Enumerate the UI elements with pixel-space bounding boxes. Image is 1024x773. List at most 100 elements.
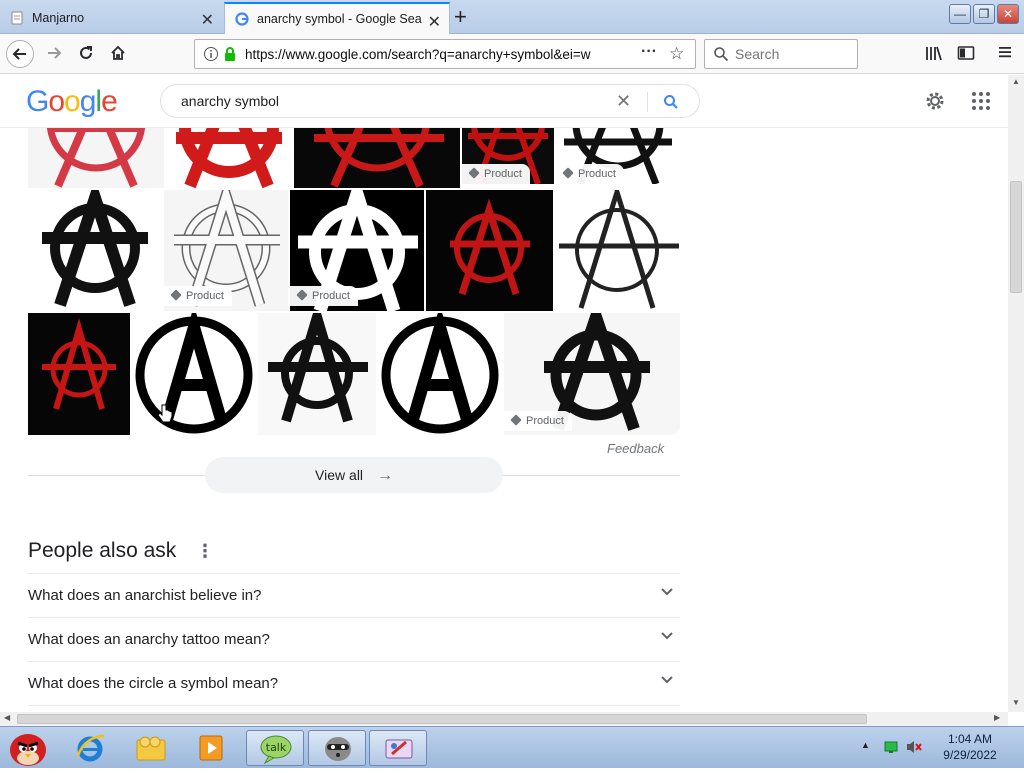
clock-time: 1:04 AM [947, 732, 993, 746]
view-all-label: View all [315, 467, 364, 483]
url-bar[interactable]: https://www.google.com/search?q=anarchy+… [194, 39, 696, 69]
product-badge: Product [462, 164, 530, 184]
product-badge: Product [504, 411, 572, 431]
horizontal-scrollbar[interactable]: ◀ ▶ [0, 712, 1008, 726]
image-result[interactable]: Product [556, 128, 680, 184]
scroll-up-icon[interactable]: ▲ [1012, 77, 1020, 86]
image-result[interactable]: Product [462, 128, 554, 184]
product-label: Product [526, 415, 564, 427]
google-header: Google anarchy symbol ✕ [0, 75, 1008, 128]
logo-letter: o [48, 85, 65, 118]
search-query[interactable]: anarchy symbol [181, 93, 279, 109]
home-button[interactable] [104, 40, 132, 68]
lock-icon[interactable] [223, 46, 237, 67]
image-result[interactable] [132, 313, 256, 435]
tag-icon [468, 167, 480, 179]
close-window-button[interactable]: ✕ [997, 4, 1019, 24]
arrow-right-icon: → [376, 467, 393, 484]
settings-gear-icon[interactable] [924, 90, 946, 117]
tab-strip: Manjarno ✕ anarchy symbol - Google Searc… [0, 0, 1024, 34]
product-label: Product [312, 290, 350, 302]
image-result[interactable] [258, 313, 376, 435]
bookmark-star-icon[interactable]: ☆ [669, 44, 684, 64]
image-result[interactable]: Product [164, 190, 288, 311]
hand-cursor-icon [157, 404, 173, 429]
restore-button[interactable]: ❐ [973, 4, 995, 24]
view-all-button[interactable]: View all → [205, 457, 503, 493]
taskbar-app-talk[interactable]: talk [246, 730, 304, 766]
clock-date: 9/29/2022 [943, 748, 997, 762]
apps-grid-icon[interactable] [971, 91, 991, 116]
back-button[interactable] [6, 40, 34, 68]
document-icon [10, 11, 24, 25]
image-result[interactable]: Product [290, 190, 424, 311]
image-result[interactable]: Product [504, 313, 680, 435]
vertical-scrollbar[interactable]: ▲ ▼ [1008, 75, 1024, 712]
library-icon[interactable] [925, 45, 943, 66]
paa-question[interactable]: What does the circle a symbol mean? [28, 661, 680, 705]
question-text: What does an anarchist believe in? [28, 587, 262, 604]
image-result[interactable] [28, 313, 130, 435]
system-clock[interactable]: 1:04 AM 9/29/2022 [934, 731, 1006, 763]
web-search-box[interactable] [704, 39, 858, 69]
feedback-link[interactable]: Feedback [607, 441, 664, 456]
vertical-scroll-thumb[interactable] [1010, 181, 1022, 293]
scroll-down-icon[interactable]: ▼ [1012, 698, 1020, 707]
chevron-down-icon [660, 585, 674, 602]
image-result[interactable] [426, 190, 553, 311]
google-logo[interactable]: Google [26, 85, 118, 119]
page-actions-icon[interactable]: ··· [641, 43, 657, 61]
web-search-input[interactable] [735, 46, 853, 62]
image-result[interactable] [294, 128, 460, 188]
media-player-icon[interactable] [196, 733, 226, 768]
product-label: Product [484, 168, 522, 180]
taskbar-app-paint[interactable] [369, 730, 427, 766]
sidebar-icon[interactable] [957, 45, 975, 66]
internet-explorer-icon[interactable] [74, 732, 106, 769]
search-icon[interactable] [663, 94, 679, 115]
tab-label: anarchy symbol - Google Search [257, 12, 422, 26]
logo-letter: o [64, 85, 81, 118]
chat-talk-icon: talk [259, 734, 293, 769]
close-tab-icon[interactable]: ✕ [428, 12, 441, 32]
image-result[interactable] [28, 128, 164, 188]
tab-label: Manjarno [32, 11, 85, 25]
folder-icon[interactable] [134, 732, 168, 769]
forward-button[interactable] [40, 40, 68, 68]
clear-search-icon[interactable]: ✕ [616, 91, 631, 112]
tab-google-search[interactable]: anarchy symbol - Google Search ✕ [224, 2, 450, 34]
image-result[interactable] [555, 190, 680, 311]
more-options-icon[interactable]: ⋮ [196, 541, 214, 562]
paa-question[interactable] [28, 705, 680, 712]
menu-icon[interactable] [997, 44, 1013, 65]
taskbar: talk ▲ 1:04 AM 9/29/2022 [0, 726, 1024, 768]
tab-manjarno[interactable]: Manjarno ✕ [0, 2, 222, 34]
reload-button[interactable] [72, 40, 100, 68]
horizontal-scroll-thumb[interactable] [17, 714, 867, 724]
paa-question[interactable]: What does an anarchy tattoo mean? [28, 617, 680, 661]
question-text: What does an anarchy tattoo mean? [28, 631, 270, 648]
minimize-button[interactable]: — [949, 4, 971, 24]
image-result[interactable] [28, 190, 162, 311]
start-button-icon[interactable] [4, 728, 50, 773]
google-search-box[interactable]: anarchy symbol ✕ [160, 84, 700, 118]
product-label: Product [578, 168, 616, 180]
tag-icon [170, 289, 182, 301]
tray-expand-icon[interactable]: ▲ [861, 740, 870, 750]
paa-question[interactable]: What does an anarchist believe in? [28, 573, 680, 617]
new-tab-icon[interactable]: + [454, 4, 467, 30]
volume-muted-icon[interactable] [905, 739, 923, 760]
search-icon [713, 46, 729, 67]
image-result[interactable] [378, 313, 502, 435]
close-tab-icon[interactable]: ✕ [201, 10, 214, 30]
info-icon[interactable] [203, 46, 219, 67]
product-label: Product [186, 290, 224, 302]
scroll-left-icon[interactable]: ◀ [4, 713, 10, 722]
network-icon[interactable] [884, 740, 898, 759]
scroll-right-icon[interactable]: ▶ [994, 713, 1000, 722]
product-badge: Product [164, 286, 232, 306]
taskbar-app-raccoon[interactable] [308, 730, 366, 766]
svg-text:talk: talk [266, 741, 287, 754]
logo-letter: G [26, 85, 49, 118]
image-result[interactable] [166, 128, 292, 188]
